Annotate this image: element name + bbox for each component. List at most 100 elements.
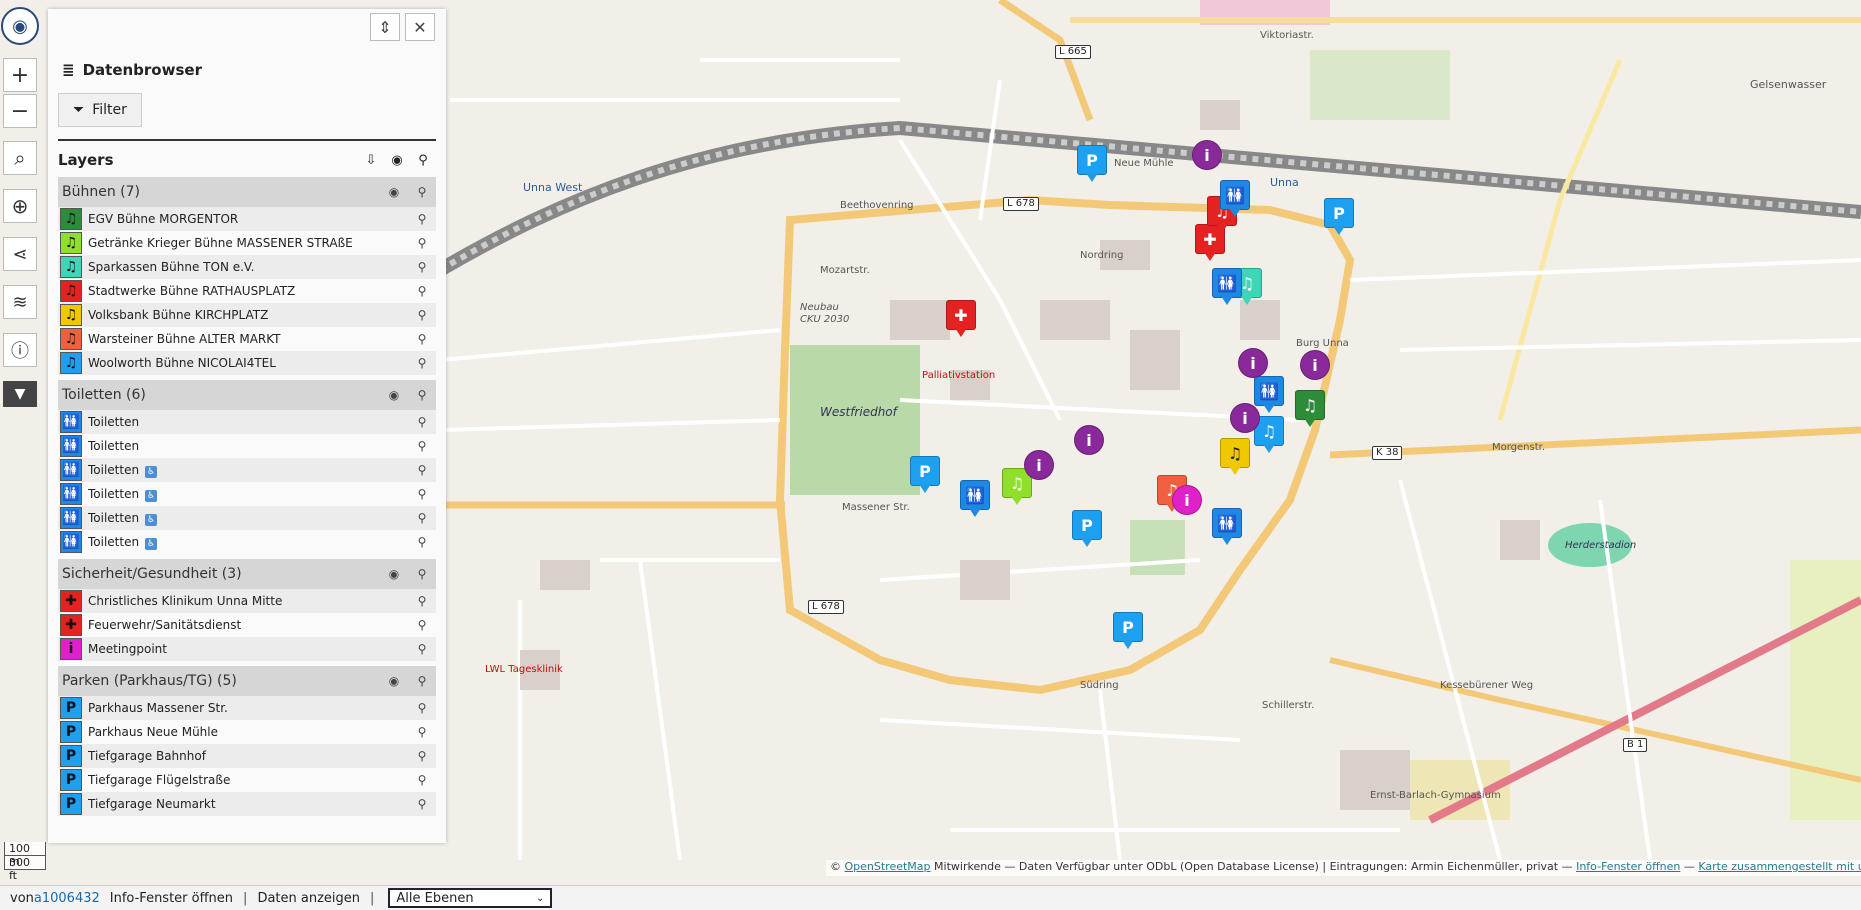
layer-item[interactable]: P Parkhaus Massener Str. ⚲: [58, 696, 436, 720]
osm-link[interactable]: OpenStreetMap: [845, 860, 931, 873]
layer-item[interactable]: ♫ Warsteiner Bühne ALTER MARKT ⚲: [58, 327, 436, 351]
info-pin-5[interactable]: i: [1074, 425, 1106, 463]
zoom-search-icon[interactable]: ⚲: [408, 773, 436, 787]
stage-marker-kirchplatz[interactable]: ♫: [1220, 438, 1252, 476]
zoom-search-icon[interactable]: ⚲: [408, 797, 436, 811]
layer-group-header[interactable]: Sicherheit/Gesundheit (3) ◉ ⚲: [58, 559, 436, 589]
layer-item[interactable]: ♫ Volksbank Bühne KIRCHPLATZ ⚲: [58, 303, 436, 327]
zoom-search-icon[interactable]: ⚲: [408, 567, 436, 581]
zoom-search-icon[interactable]: ⚲: [408, 535, 436, 549]
parking-marker-neue-muehle[interactable]: P: [1077, 145, 1109, 183]
meetingpoint-marker[interactable]: i: [1172, 485, 1204, 523]
layer-group-header[interactable]: Bühnen (7) ◉ ⚲: [58, 177, 436, 207]
zoom-search-icon[interactable]: ⚲: [408, 749, 436, 763]
info-pin-3[interactable]: i: [1300, 350, 1332, 388]
layer-item[interactable]: i Meetingpoint ⚲: [58, 637, 436, 661]
more-controls-button[interactable]: ▼: [3, 381, 37, 407]
locate-button[interactable]: ⊕: [3, 189, 37, 223]
layer-item[interactable]: P Parkhaus Neue Mühle ⚲: [58, 720, 436, 744]
layer-item[interactable]: P Tiefgarage Flügelstraße ⚲: [58, 768, 436, 792]
layer-select[interactable]: Alle Ebenen ⌄: [388, 888, 553, 908]
music-icon: ♫: [1295, 390, 1325, 420]
layer-item[interactable]: ♫ Getränke Krieger Bühne MASSENER STRAßE ⚲: [58, 231, 436, 255]
search-button[interactable]: ⌕: [3, 141, 37, 175]
layer-item[interactable]: 🚻 Toiletten ♿ ⚲: [58, 458, 436, 482]
layer-item[interactable]: ♫ Stadtwerke Bühne RATHAUSPLATZ ⚲: [58, 279, 436, 303]
layer-item[interactable]: ♫ EGV Bühne MORGENTOR ⚲: [58, 207, 436, 231]
zoom-search-icon[interactable]: ⚲: [408, 618, 436, 632]
zoom-search-icon[interactable]: ⚲: [408, 415, 436, 429]
medical-marker-klinikum[interactable]: ✚: [946, 300, 978, 338]
layer-group-header[interactable]: Toiletten (6) ◉ ⚲: [58, 380, 436, 410]
eye-icon[interactable]: ◉: [380, 388, 408, 402]
info-button[interactable]: ⓘ: [3, 333, 37, 367]
zoom-search-icon[interactable]: ⚲: [408, 388, 436, 402]
toilet-marker-4[interactable]: 🚻: [1212, 508, 1244, 546]
footer-show-data-link[interactable]: Daten anzeigen: [257, 891, 360, 906]
zoom-search-icon[interactable]: ⚲: [408, 594, 436, 608]
zoom-out-button[interactable]: −: [3, 94, 37, 128]
zoom-search-icon[interactable]: ⚲: [408, 487, 436, 501]
attribution-info-link[interactable]: Info-Fenster öffnen: [1576, 860, 1680, 873]
layer-item[interactable]: ✚ Feuerwehr/Sanitätsdienst ⚲: [58, 613, 436, 637]
zoom-search-icon[interactable]: ⚲: [408, 332, 436, 346]
zoom-search-icon[interactable]: ⚲: [410, 153, 436, 168]
layer-item[interactable]: 🚻 Toiletten ♿ ⚲: [58, 530, 436, 554]
eye-icon[interactable]: ◉: [380, 185, 408, 199]
info-pin-1[interactable]: i: [1192, 140, 1224, 178]
info-pin-2[interactable]: i: [1238, 348, 1270, 386]
map-label-schillerstr: Schillerstr.: [1262, 700, 1315, 711]
layer-item[interactable]: P Tiefgarage Bahnhof ⚲: [58, 744, 436, 768]
layer-group-name: Toiletten (6): [62, 387, 146, 403]
footer-info-window-link[interactable]: Info-Fenster öffnen: [110, 891, 233, 906]
layer-item-name: Tiefgarage Bahnhof: [88, 749, 408, 763]
layer-item[interactable]: 🚻 Toiletten ⚲: [58, 434, 436, 458]
stage-marker-morgentor[interactable]: ♫: [1295, 390, 1327, 428]
layer-item[interactable]: 🚻 Toiletten ⚲: [58, 410, 436, 434]
parking-marker-massener[interactable]: P: [910, 456, 942, 494]
parking-marker-fluegel[interactable]: P: [1072, 510, 1104, 548]
parking-marker-bahnhof[interactable]: P: [1324, 198, 1356, 236]
zoom-search-icon[interactable]: ⚲: [408, 701, 436, 715]
layer-item[interactable]: P Tiefgarage Neumarkt ⚲: [58, 792, 436, 816]
zoom-search-icon[interactable]: ⚲: [408, 356, 436, 370]
layer-item[interactable]: 🚻 Toiletten ♿ ⚲: [58, 506, 436, 530]
zoom-search-icon[interactable]: ⚲: [408, 260, 436, 274]
parking-marker-neumarkt[interactable]: P: [1113, 612, 1145, 650]
toilet-icon: 🚻: [1212, 508, 1242, 538]
layer-group-header[interactable]: Parken (Parkhaus/TG) (5) ◉ ⚲: [58, 666, 436, 696]
layer-item[interactable]: 🚻 Toiletten ♿ ⚲: [58, 482, 436, 506]
zoom-search-icon[interactable]: ⚲: [408, 674, 436, 688]
zoom-search-icon[interactable]: ⚲: [408, 642, 436, 656]
toilet-marker-3[interactable]: 🚻: [960, 480, 992, 518]
zoom-search-icon[interactable]: ⚲: [408, 212, 436, 226]
layer-item[interactable]: ♫ Sparkassen Bühne TON e.V. ⚲: [58, 255, 436, 279]
zoom-search-icon[interactable]: ⚲: [408, 463, 436, 477]
eye-icon[interactable]: ◉: [380, 567, 408, 581]
layer-item[interactable]: ♫ Woolworth Bühne NICOLAI4TEL ⚲: [58, 351, 436, 375]
umap-link[interactable]: Karte zusammengestellt mit uMap: [1698, 860, 1861, 873]
eye-icon[interactable]: ◉: [384, 153, 410, 168]
collapse-panel-button[interactable]: ⇕: [370, 13, 400, 41]
download-icon[interactable]: ⇩: [358, 153, 384, 168]
zoom-search-icon[interactable]: ⚲: [408, 185, 436, 199]
filter-button[interactable]: ⏷ Filter: [58, 93, 142, 127]
zoom-search-icon[interactable]: ⚲: [408, 439, 436, 453]
info-pin-4[interactable]: i: [1230, 403, 1262, 441]
zoom-search-icon[interactable]: ⚲: [408, 511, 436, 525]
toilet-marker-5[interactable]: 🚻: [1212, 268, 1244, 306]
eye-icon[interactable]: ◉: [380, 674, 408, 688]
zoom-search-icon[interactable]: ⚲: [408, 284, 436, 298]
toilet-marker-1[interactable]: 🚻: [1220, 180, 1252, 218]
info-pin-6[interactable]: i: [1024, 450, 1056, 488]
layers-button[interactable]: ≋: [3, 285, 37, 319]
zoom-search-icon[interactable]: ⚲: [408, 725, 436, 739]
zoom-search-icon[interactable]: ⚲: [408, 308, 436, 322]
umap-logo-button[interactable]: ◉: [1, 7, 39, 45]
zoom-in-button[interactable]: +: [3, 58, 37, 92]
share-button[interactable]: ⋖: [3, 237, 37, 271]
close-panel-button[interactable]: ✕: [405, 13, 435, 41]
footer-user-link[interactable]: a1006432: [34, 891, 100, 906]
zoom-search-icon[interactable]: ⚲: [408, 236, 436, 250]
layer-item[interactable]: ✚ Christliches Klinikum Unna Mitte ⚲: [58, 589, 436, 613]
